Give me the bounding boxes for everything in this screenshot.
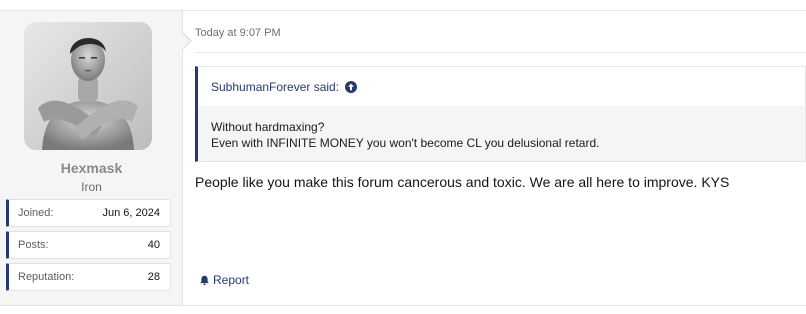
stat-value: 40 — [147, 239, 160, 251]
stat-joined: Joined: Jun 6, 2024 — [6, 199, 171, 227]
stat-posts: Posts: 40 — [6, 231, 171, 259]
quote-body: Without hardmaxing? Even with INFINITE M… — [198, 106, 805, 161]
post-date-link[interactable]: Today at 9:07 PM — [195, 27, 281, 39]
quote-line: Even with INFINITE MONEY you won't becom… — [211, 136, 600, 150]
quote-header[interactable]: SubhumanForever said: — [211, 80, 358, 94]
user-avatar[interactable] — [24, 22, 152, 150]
stat-value: Jun 6, 2024 — [102, 207, 161, 219]
quote-author: SubhumanForever said: — [211, 80, 340, 94]
username[interactable]: Hexmask — [0, 160, 183, 176]
stat-label: Reputation: — [18, 271, 75, 283]
post-message: People like you make this forum cancerou… — [195, 174, 730, 190]
stat-reputation: Reputation: 28 — [6, 263, 171, 291]
report-link[interactable]: Report — [199, 273, 249, 287]
stat-label: Joined: — [18, 207, 54, 219]
bell-icon — [200, 275, 209, 285]
stat-label: Posts: — [18, 239, 49, 251]
divider — [195, 52, 806, 53]
forum-post: Hexmask Iron Joined: Jun 6, 2024 Posts: … — [0, 10, 806, 306]
user-rank-title: Iron — [81, 180, 102, 194]
quote-line: Without hardmaxing? — [211, 120, 325, 134]
stat-value: 28 — [147, 271, 160, 283]
user-sidebar: Hexmask Iron Joined: Jun 6, 2024 Posts: … — [0, 11, 192, 305]
arrow-up-circle-icon[interactable] — [345, 81, 358, 93]
report-label: Report — [213, 273, 250, 287]
post-main: Today at 9:07 PM SubhumanForever said: W… — [184, 11, 806, 305]
quote-block: SubhumanForever said: Without hardmaxing… — [195, 66, 806, 162]
